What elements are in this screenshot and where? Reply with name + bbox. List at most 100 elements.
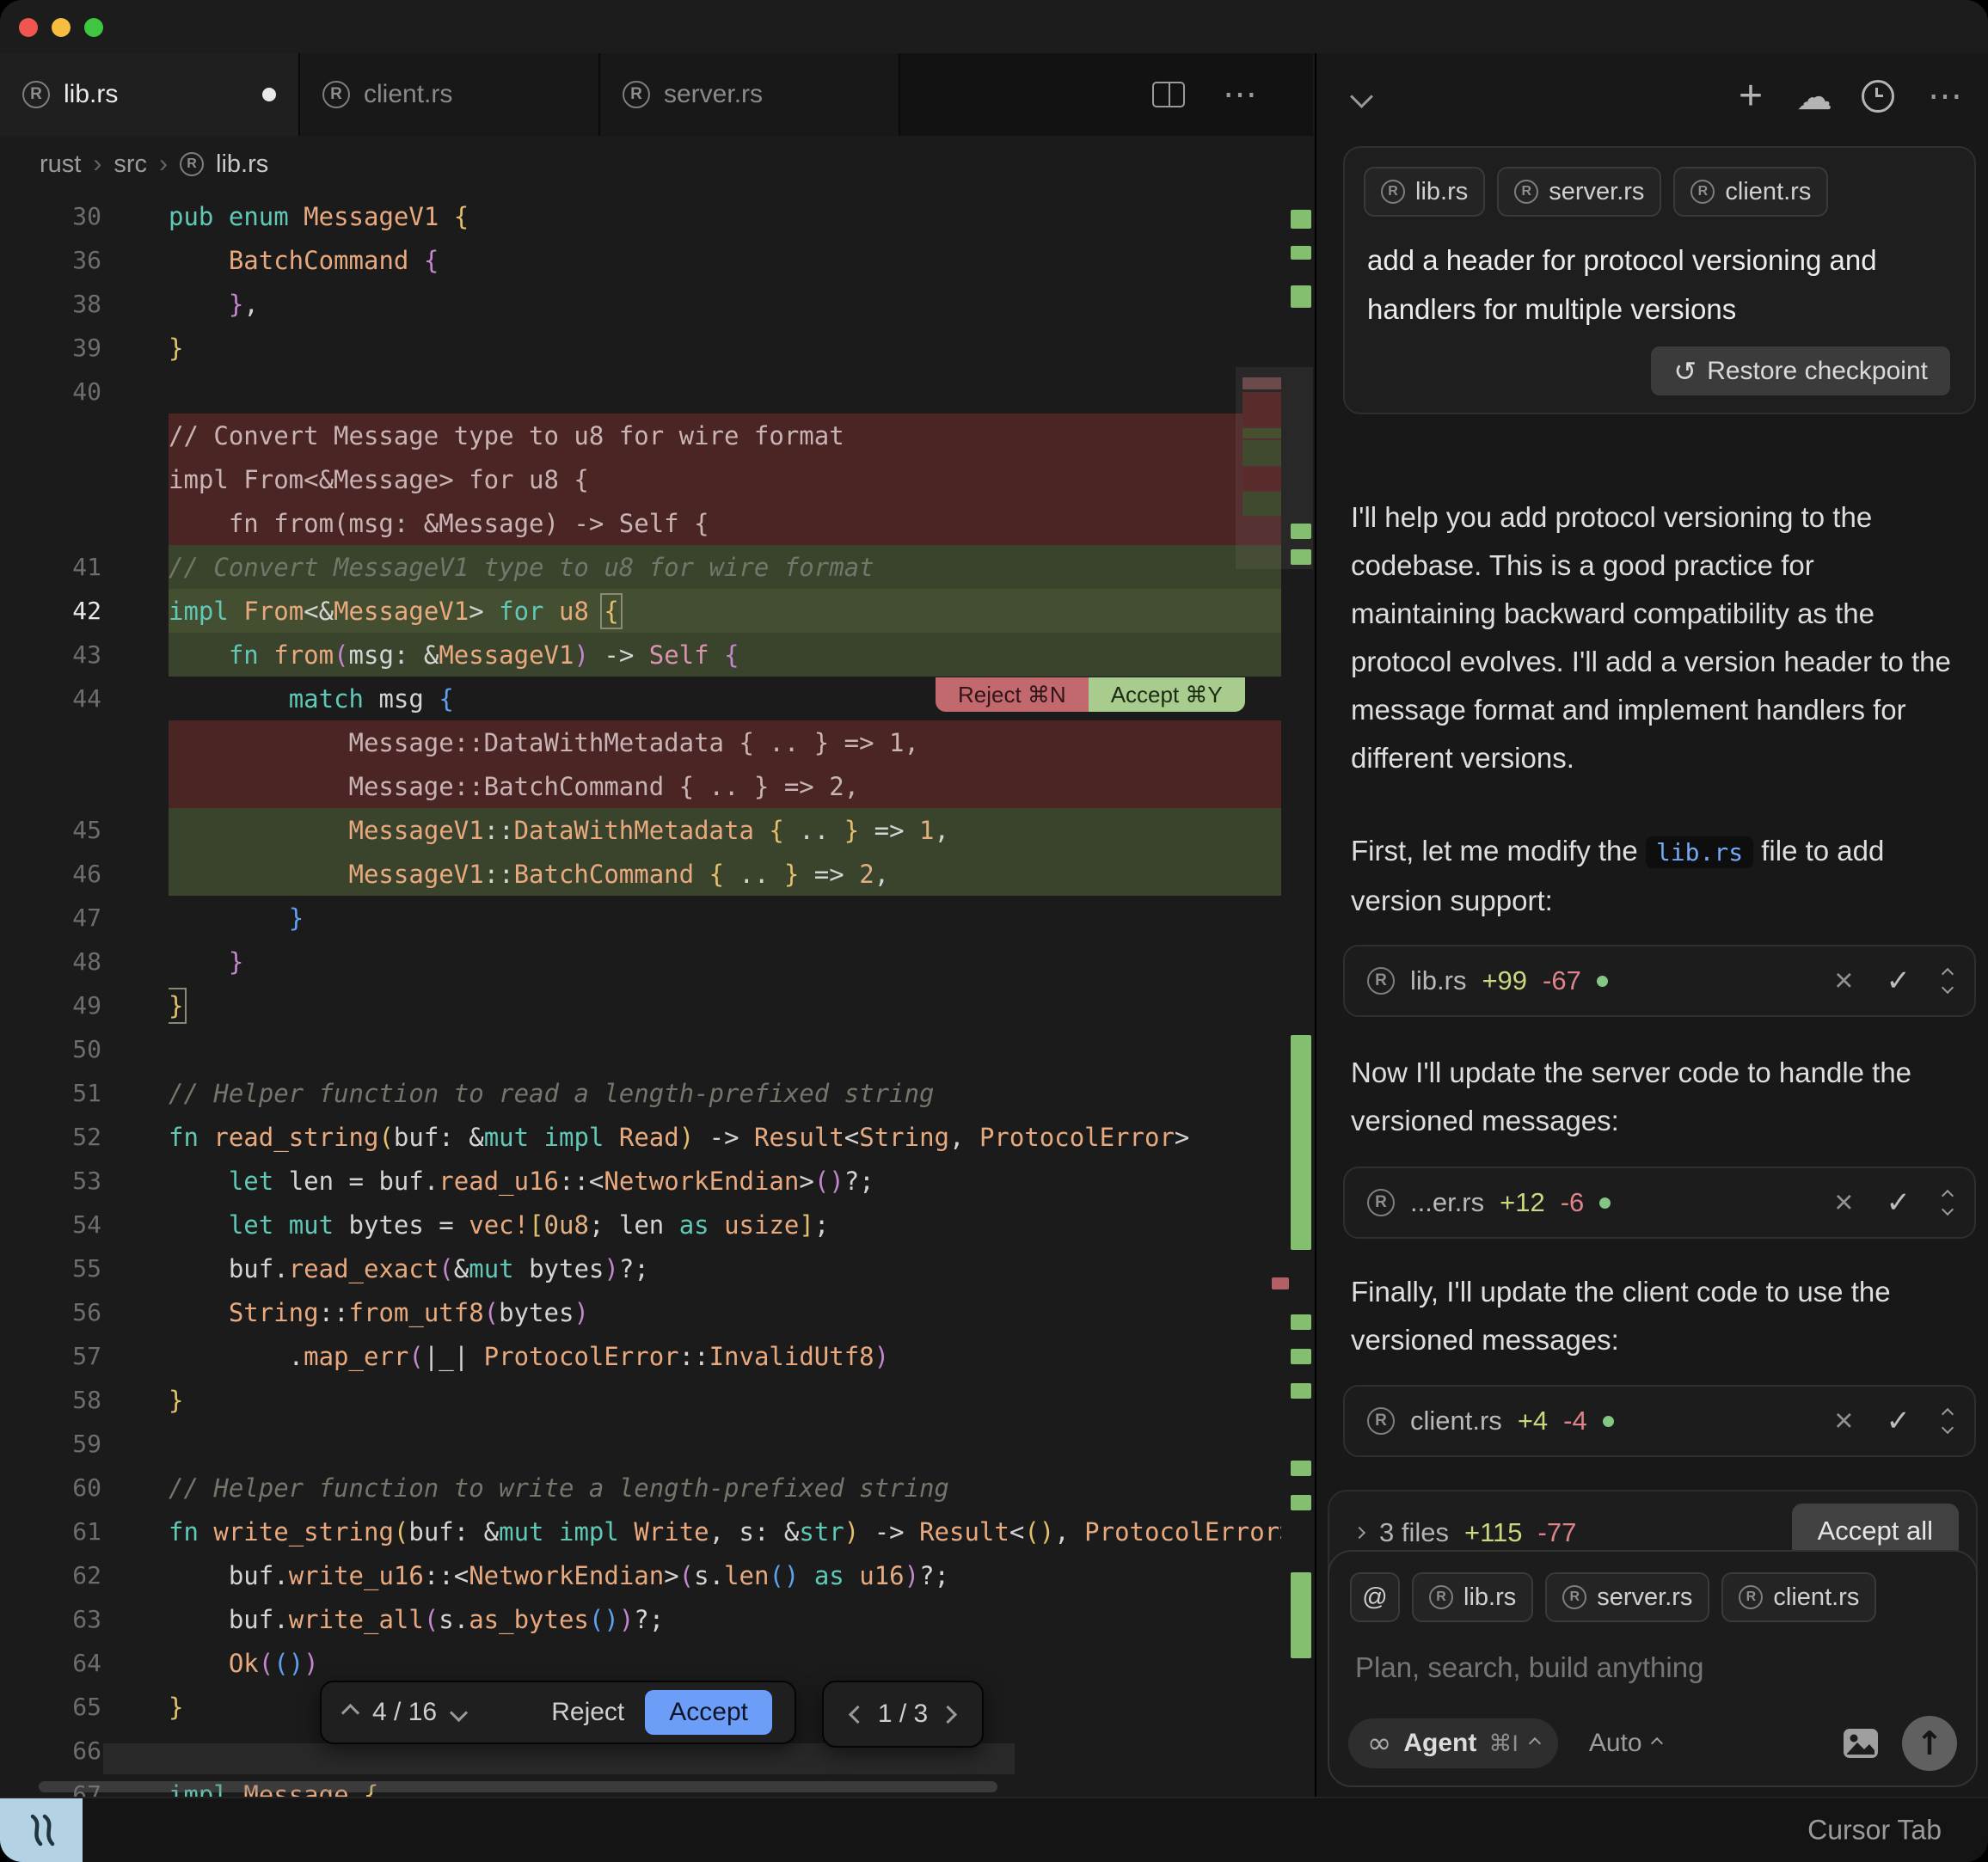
line-number: 38 [0,290,169,318]
code-line[interactable]: Message::BatchCommand { .. } => 2, [0,764,1313,808]
code-line[interactable]: 64 Ok(()) [0,1641,1313,1685]
minimap-diff-block [1242,428,1281,438]
minimap-diff-block [1242,492,1281,516]
code-line[interactable]: 48 } [0,940,1313,983]
prev-file-icon[interactable] [849,1705,867,1723]
file-change-card-client[interactable]: R client.rs +4 -4 × ✓ [1343,1385,1976,1457]
collapse-chat-icon[interactable] [1342,77,1380,115]
split-editor-icon[interactable] [1152,82,1185,107]
mention-button[interactable]: @ [1350,1572,1400,1622]
cursor-tab-icon[interactable] [0,1798,83,1862]
restore-checkpoint-button[interactable]: ↺ Restore checkpoint [1651,346,1950,395]
code-line[interactable]: impl From<&Message> for u8 { [0,457,1313,501]
prev-diff-icon[interactable] [341,1703,359,1721]
diff-added-marker [1291,246,1311,260]
code-line[interactable]: 40 [0,370,1313,413]
line-number: 56 [0,1298,169,1326]
file-change-card-server[interactable]: R ...er.rs +12 -6 × ✓ [1343,1167,1976,1239]
rust-file-icon: R [1690,180,1715,204]
restore-label: Restore checkpoint [1707,357,1928,386]
next-diff-icon[interactable] [450,1703,468,1721]
next-file-icon[interactable] [939,1705,957,1723]
code-line[interactable]: 61fn write_string(buf: &mut impl Write, … [0,1510,1313,1553]
code-line[interactable]: 51// Helper function to read a length-pr… [0,1071,1313,1115]
expand-icon[interactable] [1943,1410,1952,1432]
removed-count: -6 [1561,1187,1585,1218]
context-file-pill[interactable]: R server.rs [1497,167,1661,217]
context-file-pill[interactable]: R client.rs [1721,1572,1876,1622]
tab-server-rs[interactable]: R server.rs [600,53,900,136]
status-bar: Cursor Tab [0,1797,1988,1862]
cursor-tab-status[interactable]: Cursor Tab [1807,1815,1942,1847]
user-message-text: add a header for protocol versioning and… [1367,236,1957,334]
expand-files-icon[interactable] [1353,1527,1365,1539]
expand-icon[interactable] [1943,970,1952,992]
code-line[interactable]: 30pub enum MessageV1 { [0,194,1313,238]
new-chat-icon[interactable]: + [1732,77,1770,115]
chat-more-icon[interactable]: ⋯ [1926,77,1964,115]
code-line[interactable]: 39} [0,326,1313,370]
line-number: 59 [0,1430,169,1458]
code-line[interactable]: 63 buf.write_all(s.as_bytes())?; [0,1597,1313,1641]
code-editor[interactable]: 30pub enum MessageV1 {36 BatchCommand {3… [0,193,1313,1797]
context-file-pill[interactable]: R client.rs [1673,167,1828,217]
code-line[interactable]: 50 [0,1027,1313,1071]
code-line[interactable]: 54 let mut bytes = vec![0u8; len as usiz… [0,1203,1313,1246]
code-line[interactable]: 47 } [0,896,1313,940]
code-line[interactable]: 41// Convert MessageV1 type to u8 for wi… [0,545,1313,589]
inline-accept-button[interactable]: Accept ⌘Y [1089,677,1245,712]
cloud-icon[interactable]: ☁ [1795,77,1833,115]
editor-pane: R lib.rs R client.rs R server.rs ⋯ rust … [0,53,1313,1797]
code-line[interactable]: 55 buf.read_exact(&mut bytes)?; [0,1246,1313,1290]
tab-label: lib.rs [64,80,118,109]
rust-file-icon: R [1381,180,1405,204]
code-line[interactable]: 49} [0,983,1313,1027]
code-line[interactable]: Message::DataWithMetadata { .. } => 1, [0,720,1313,764]
context-file-pill[interactable]: R lib.rs [1364,167,1485,217]
code-line[interactable]: 56 String::from_utf8(bytes) [0,1290,1313,1334]
code-line[interactable]: 58} [0,1378,1313,1422]
context-file-pill[interactable]: R server.rs [1545,1572,1709,1622]
horizontal-scrollbar[interactable] [39,1781,997,1792]
code-line[interactable]: 46 MessageV1::BatchCommand { .. } => 2, [0,852,1313,896]
tab-client-rs[interactable]: R client.rs [300,53,600,136]
code-line[interactable]: 60// Helper function to write a length-p… [0,1466,1313,1510]
file-change-card-lib[interactable]: R lib.rs +99 -67 × ✓ [1343,945,1976,1017]
infinity-icon: ∞ [1367,1726,1391,1761]
close-button[interactable] [19,18,38,37]
code-line[interactable]: 36 BatchCommand { [0,238,1313,282]
send-button[interactable]: ↑ [1902,1716,1957,1771]
code-line[interactable]: 52fn read_string(buf: &mut impl Read) ->… [0,1115,1313,1159]
code-line[interactable]: 59 [0,1422,1313,1466]
code-line[interactable]: 45 MessageV1::DataWithMetadata { .. } =>… [0,808,1313,852]
inline-reject-button[interactable]: Reject ⌘N [936,677,1089,712]
code-line[interactable]: 38 }, [0,282,1313,326]
code-line[interactable]: 57 .map_err(|_| ProtocolError::InvalidUt… [0,1334,1313,1378]
expand-icon[interactable] [1943,1191,1952,1214]
code-line[interactable]: 62 buf.write_u16::<NetworkEndian>(s.len(… [0,1553,1313,1597]
model-selector[interactable]: Auto [1589,1729,1661,1758]
code-line[interactable]: 42impl From<&MessageV1> for u8 { [0,589,1313,633]
attach-image-icon[interactable] [1842,1727,1880,1760]
minimize-button[interactable] [52,18,71,37]
code-line[interactable]: fn from(msg: &Message) -> Self { [0,501,1313,545]
reject-button[interactable]: Reject [551,1698,624,1727]
breadcrumb-rust[interactable]: rust [40,150,81,179]
breadcrumb-file[interactable]: lib.rs [216,150,268,179]
code-line[interactable]: // Convert Message type to u8 for wire f… [0,413,1313,457]
line-number: 51 [0,1079,169,1107]
breadcrumb-src[interactable]: src [114,150,147,179]
history-icon[interactable] [1859,77,1897,115]
context-file-pill[interactable]: R lib.rs [1412,1572,1533,1622]
tab-lib-rs[interactable]: R lib.rs [0,53,300,136]
chat-input[interactable]: @ R lib.rs R server.rs R client.rs Plan,… [1328,1550,1978,1787]
agent-mode-selector[interactable]: ∞ Agent ⌘I [1348,1718,1558,1768]
code-line[interactable]: 53 let len = buf.read_u16::<NetworkEndia… [0,1159,1313,1203]
accept-button[interactable]: Accept [645,1690,772,1735]
pill-label: client.rs [1773,1583,1859,1612]
code-line[interactable]: 43 fn from(msg: &MessageV1) -> Self { [0,633,1313,677]
added-count: +12 [1500,1187,1545,1218]
line-number: 44 [0,684,169,713]
zoom-button[interactable] [84,18,103,37]
inline-code[interactable]: lib.rs [1646,836,1753,868]
